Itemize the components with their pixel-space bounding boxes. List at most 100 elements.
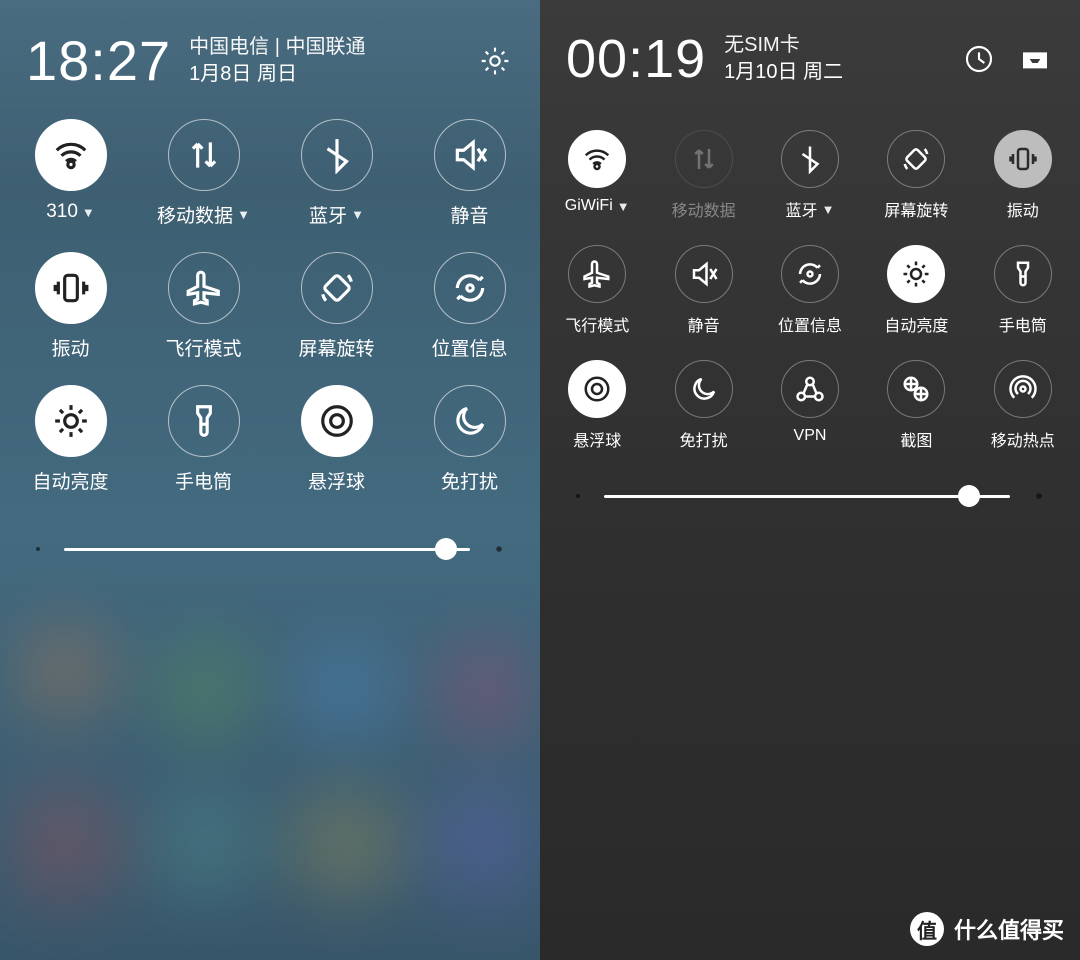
clock-button[interactable]	[960, 40, 998, 78]
slider-track[interactable]	[64, 548, 470, 551]
brightness-slider[interactable]	[540, 455, 1080, 507]
toggle-vibrate[interactable]: 振动	[4, 246, 137, 365]
flashlight-icon	[185, 402, 223, 440]
toggle-circle	[301, 385, 373, 457]
settings-button[interactable]	[476, 42, 514, 80]
toggle-label: 悬浮球	[308, 467, 365, 494]
toggle-mute[interactable]: 静音	[650, 239, 756, 340]
slider-thumb[interactable]	[435, 538, 457, 560]
quick-settings-panel-left: 18:27 中国电信 | 中国联通 1月8日 周日 310▼移动数据▼蓝牙▼ 静音…	[0, 0, 540, 960]
header: 18:27 中国电信 | 中国联通 1月8日 周日	[0, 0, 540, 101]
toggle-circle	[434, 252, 506, 324]
toggle-autobright[interactable]: 自动亮度	[4, 379, 137, 498]
brightness-high-icon	[488, 538, 510, 560]
caret-icon: ▼	[617, 199, 630, 214]
toggle-mute[interactable]: 静音	[403, 113, 536, 232]
airplane-icon	[582, 259, 612, 289]
toggle-grid: GiWiFi▼ 移动数据蓝牙▼屏幕旋转振动飞行模式静音位置信息自动亮度手电筒悬浮球…	[540, 98, 1080, 455]
toggle-autobright[interactable]: 自动亮度	[863, 239, 969, 340]
inbox-button[interactable]	[1016, 40, 1054, 78]
toggle-label: 振动	[1007, 197, 1039, 221]
toggle-airplane[interactable]: 飞行模式	[137, 246, 270, 365]
toggle-circle	[568, 245, 626, 303]
caret-icon: ▼	[351, 207, 364, 222]
toggle-dnd[interactable]: 免打扰	[650, 354, 756, 455]
toggle-data[interactable]: 移动数据	[650, 124, 756, 225]
screenshot-icon	[901, 374, 931, 404]
toggle-grid: 310▼移动数据▼蓝牙▼ 静音振动飞行模式屏幕旋转 位置信息自动亮度 手电筒 悬浮球 免打…	[0, 101, 540, 498]
gear-icon	[479, 45, 511, 77]
toggle-circle	[35, 385, 107, 457]
toggle-circle	[781, 360, 839, 418]
data-icon	[689, 144, 719, 174]
toggle-airplane[interactable]: 飞行模式	[544, 239, 650, 340]
toggle-label: 飞行模式	[565, 312, 629, 336]
toggle-circle	[887, 360, 945, 418]
toggle-dnd[interactable]: 免打扰	[403, 379, 536, 498]
toggle-floatball[interactable]: 悬浮球	[544, 354, 650, 455]
toggle-circle	[887, 245, 945, 303]
toggle-wifi[interactable]: GiWiFi▼	[544, 124, 650, 225]
bluetooth-icon	[795, 144, 825, 174]
toggle-label: GiWiFi▼	[565, 197, 630, 215]
toggle-label: 静音	[450, 201, 488, 228]
toggle-bluetooth[interactable]: 蓝牙▼	[757, 124, 863, 225]
autobright-icon	[901, 259, 931, 289]
toggle-label: 位置信息	[778, 312, 842, 336]
toggle-hotspot[interactable]: 移动热点	[970, 354, 1076, 455]
toggle-location[interactable]: 位置信息	[403, 246, 536, 365]
toggle-circle	[781, 245, 839, 303]
toggle-bluetooth[interactable]: 蓝牙▼	[270, 113, 403, 232]
rotate-icon	[901, 144, 931, 174]
toggle-circle	[781, 130, 839, 188]
toggle-circle	[675, 360, 733, 418]
toggle-flashlight[interactable]: 手电筒	[970, 239, 1076, 340]
toggle-rotate[interactable]: 屏幕旋转	[270, 246, 403, 365]
rotate-icon	[318, 269, 356, 307]
toggle-circle	[568, 130, 626, 188]
header: 00:19 无SIM卡 1月10日 周二	[540, 0, 1080, 98]
vpn-icon	[795, 374, 825, 404]
header-meta: 中国电信 | 中国联通 1月8日 周日	[189, 34, 365, 88]
toggle-circle	[301, 252, 373, 324]
bluetooth-icon	[318, 136, 356, 174]
toggle-vpn[interactable]: VPN	[757, 354, 863, 455]
toggle-rotate[interactable]: 屏幕旋转	[863, 124, 969, 225]
toggle-floatball[interactable]: 悬浮球	[270, 379, 403, 498]
toggle-label: 手电筒	[175, 467, 232, 494]
brightness-low-icon	[30, 541, 46, 557]
dnd-icon	[689, 374, 719, 404]
toggle-label: 截图	[900, 427, 932, 451]
toggle-label: 屏幕旋转	[298, 334, 374, 361]
clock-time: 18:27	[26, 28, 171, 93]
caret-icon: ▼	[237, 207, 250, 222]
data-icon	[185, 136, 223, 174]
toggle-circle	[35, 119, 107, 191]
toggle-location[interactable]: 位置信息	[757, 239, 863, 340]
toggle-flashlight[interactable]: 手电筒	[137, 379, 270, 498]
toggle-circle	[675, 245, 733, 303]
floatball-icon	[582, 374, 612, 404]
slider-track[interactable]	[604, 495, 1010, 498]
floatball-icon	[318, 402, 356, 440]
slider-thumb[interactable]	[958, 485, 980, 507]
wifi-icon	[582, 144, 612, 174]
toggle-vibrate[interactable]: 振动	[970, 124, 1076, 225]
hotspot-icon	[1008, 374, 1038, 404]
toggle-label: 免打扰	[680, 427, 728, 451]
dnd-icon	[451, 402, 489, 440]
toggle-circle	[434, 119, 506, 191]
watermark: 值 什么值得买	[910, 912, 1064, 946]
toggle-data[interactable]: 移动数据▼	[137, 113, 270, 232]
toggle-circle	[301, 119, 373, 191]
toggle-label: 移动数据	[672, 197, 736, 221]
toggle-label: 自动亮度	[32, 467, 108, 494]
watermark-badge: 值	[910, 912, 944, 946]
toggle-wifi[interactable]: 310▼	[4, 113, 137, 232]
mute-icon	[689, 259, 719, 289]
airplane-icon	[185, 269, 223, 307]
brightness-slider[interactable]	[0, 498, 540, 560]
toggle-label: 手电筒	[999, 312, 1047, 336]
caret-icon: ▼	[82, 205, 95, 220]
toggle-screenshot[interactable]: 截图	[863, 354, 969, 455]
